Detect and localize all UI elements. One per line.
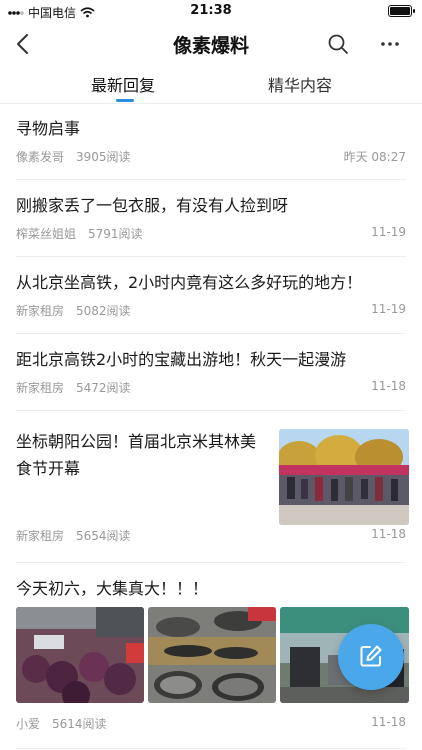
active-tab-indicator: [116, 99, 134, 102]
post-author: 新家租房: [16, 381, 65, 395]
post-meta: 新家租房 5654阅读: [16, 527, 131, 544]
post-time: 昨天 08:27: [343, 150, 406, 164]
tab-featured[interactable]: 精华内容: [268, 72, 332, 96]
post-author: 新家租房: [16, 304, 65, 318]
market-grapes-image: [16, 607, 144, 703]
list-item[interactable]: 距北京高铁2小时的宝藏出游地！秋天一起漫游 新家租房 5472阅读 11-18: [0, 334, 422, 411]
post-reads: 5472阅读: [76, 381, 131, 395]
battery-icon: [388, 5, 415, 17]
post-title: 今天初六，大集真大！！！: [16, 579, 209, 598]
compose-button[interactable]: [338, 624, 404, 690]
status-bar: 中国电信 21:38: [0, 0, 422, 22]
post-title: 距北京高铁2小时的宝藏出游地！秋天一起漫游: [16, 350, 347, 369]
post-meta: 像素发哥 3905阅读: [16, 148, 131, 165]
status-time: 21:38: [190, 3, 232, 18]
post-reads: 5654阅读: [76, 529, 131, 543]
tab-bar: 最新回复 精华内容: [0, 66, 422, 104]
post-time: 11-19: [371, 302, 406, 316]
post-author: 榨菜丝姐姐: [16, 227, 77, 241]
post-meta: 新家租房 5082阅读: [16, 302, 131, 319]
search-icon[interactable]: [326, 32, 350, 56]
market-fish-image: [148, 607, 276, 703]
post-reads: 5614阅读: [52, 717, 107, 731]
post-author: 小爱: [16, 717, 41, 731]
post-title: 从北京坐高铁，2小时内竟有这么多好玩的地方！: [16, 273, 363, 292]
post-meta: 小爱 5614阅读: [16, 715, 107, 732]
post-title: 寻物启事: [16, 119, 81, 138]
post-image: [16, 607, 144, 703]
edit-icon: [360, 645, 382, 667]
list-item[interactable]: 刚搬家丢了一包衣服，有没有人捡到呀 榨菜丝姐姐 5791阅读 11-19: [0, 180, 422, 257]
post-time: 11-18: [371, 715, 406, 729]
post-time: 11-18: [371, 379, 406, 393]
post-reads: 3905阅读: [76, 150, 131, 164]
post-title: 刚搬家丢了一包衣服，有没有人捡到呀: [16, 196, 289, 215]
post-reads: 5082阅读: [76, 304, 131, 318]
post-image: [148, 607, 276, 703]
more-options-icon[interactable]: [378, 32, 402, 56]
post-time: 11-19: [371, 225, 406, 239]
food-festival-image: [279, 429, 409, 525]
list-item[interactable]: 寻物启事 像素发哥 3905阅读 昨天 08:27: [0, 104, 422, 180]
post-meta: 榨菜丝姐姐 5791阅读: [16, 225, 143, 242]
page-title: 像素爆料: [172, 35, 249, 57]
post-title: 坐标朝阳公园！首届北京米其林美食节开幕: [16, 432, 257, 478]
post-author: 新家租房: [16, 529, 65, 543]
post-time: 11-18: [371, 527, 406, 541]
post-reads: 5791阅读: [88, 227, 143, 241]
tab-latest-replies[interactable]: 最新回复: [91, 72, 155, 96]
post-author: 像素发哥: [16, 150, 65, 164]
post-meta: 新家租房 5472阅读: [16, 379, 131, 396]
list-item[interactable]: 从北京坐高铁，2小时内竟有这么多好玩的地方！ 新家租房 5082阅读 11-19: [0, 257, 422, 334]
nav-bar: 像素爆料: [0, 22, 422, 66]
item-divider: [16, 748, 406, 749]
post-thumbnail: [279, 429, 409, 525]
